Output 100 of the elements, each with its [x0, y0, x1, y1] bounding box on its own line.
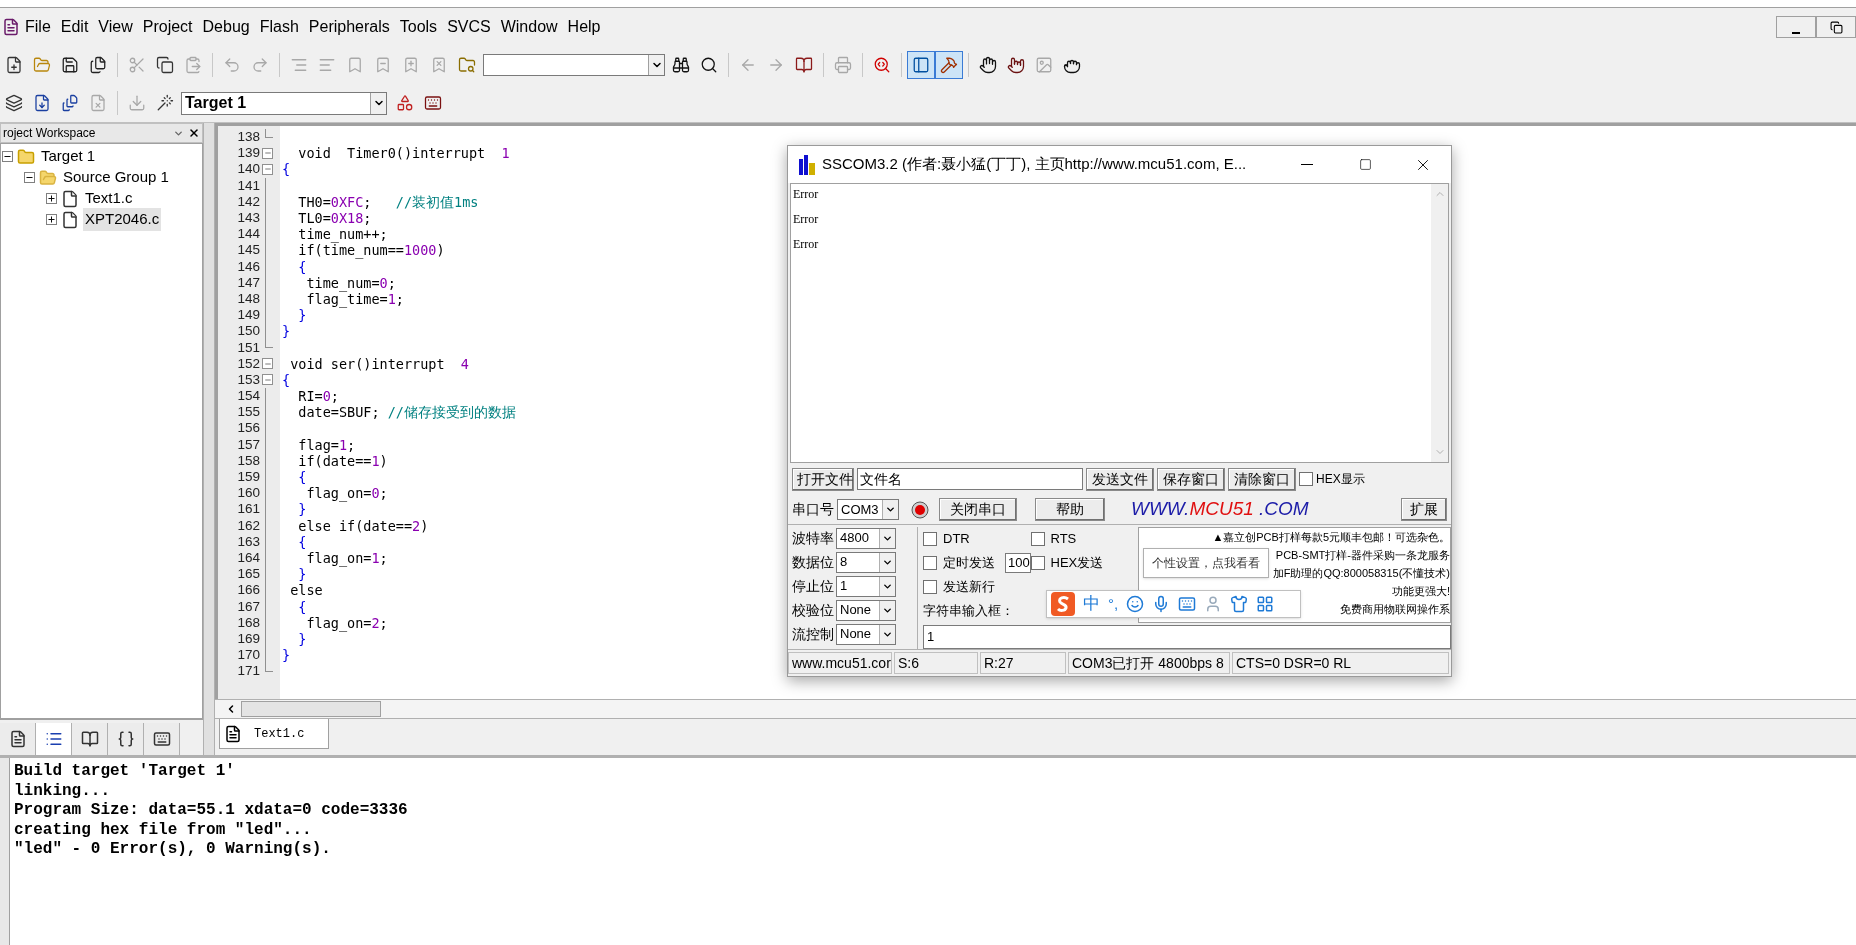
- menu-item[interactable]: SVCS: [442, 15, 496, 39]
- scroll-thumb[interactable]: [241, 701, 381, 717]
- search-combobox[interactable]: [483, 54, 665, 76]
- fold-toggle-icon[interactable]: [262, 147, 273, 159]
- s-logo-icon[interactable]: [1051, 592, 1075, 616]
- help-button[interactable]: 帮助: [1035, 498, 1105, 521]
- ime-mode[interactable]: 中: [1083, 591, 1100, 617]
- code-line: {: [282, 161, 291, 178]
- line-number: 150: [236, 323, 260, 340]
- menu-item[interactable]: Flash: [254, 15, 304, 39]
- checkbox[interactable]: [1299, 472, 1313, 486]
- smiley-icon[interactable]: [1126, 595, 1145, 613]
- ad-text[interactable]: ▲嘉立创PCB打样每款5元顺丰包邮！可选杂色。: [1212, 528, 1450, 546]
- file-name-field[interactable]: 文件名: [857, 468, 1083, 490]
- tree-item[interactable]: XPT2046.c: [83, 208, 162, 231]
- menu-item[interactable]: Edit: [55, 15, 94, 39]
- fold-toggle-icon[interactable]: [262, 374, 273, 386]
- tree-item[interactable]: Text1.c: [83, 187, 135, 210]
- save-window-button[interactable]: 保存窗口: [1157, 467, 1225, 491]
- checkbox-label: 发送新行: [943, 578, 995, 597]
- hammer-button[interactable]: [935, 51, 963, 79]
- status-field: www.mcu51.cor: [788, 652, 892, 674]
- checkbox[interactable]: [923, 532, 937, 546]
- menu-item[interactable]: Help: [562, 15, 606, 39]
- code-line: flag_on=2;: [305, 614, 388, 631]
- menu-item[interactable]: Project: [137, 15, 198, 39]
- ad-text[interactable]: 功能更强大!: [1391, 582, 1450, 600]
- fold-toggle-icon[interactable]: [262, 358, 273, 370]
- param-select[interactable]: 4800: [836, 527, 896, 549]
- close-icon[interactable]: [188, 127, 200, 139]
- menu-item[interactable]: Peripherals: [303, 15, 395, 39]
- line-number: 166: [236, 582, 260, 599]
- send-file-button[interactable]: 发送文件: [1086, 467, 1154, 491]
- list-icon: [44, 730, 63, 748]
- param-label: 校验位: [792, 600, 834, 620]
- code-line: {: [297, 598, 307, 615]
- panel-tab[interactable]: [108, 723, 144, 755]
- horizontal-scrollbar[interactable]: [215, 699, 1856, 719]
- expand-icon[interactable]: [46, 193, 57, 204]
- line-number: 141: [236, 177, 260, 194]
- checkbox[interactable]: [1030, 532, 1045, 546]
- grid-icon[interactable]: [1256, 595, 1275, 613]
- shirt-icon[interactable]: [1230, 595, 1249, 613]
- line-number: 169: [236, 630, 260, 647]
- download-icon: [128, 94, 146, 112]
- line-number: 156: [236, 420, 260, 437]
- ad-text[interactable]: 免费商用物联网操作系: [1340, 600, 1450, 618]
- fold-toggle-icon[interactable]: [262, 163, 273, 175]
- window-button[interactable]: [907, 51, 935, 79]
- code-line: if(time_num==1000): [297, 242, 445, 259]
- status-field: S:6: [894, 652, 978, 674]
- received-line: Error: [793, 186, 820, 202]
- shapes-icon: [396, 94, 414, 112]
- param-select[interactable]: None: [836, 599, 896, 621]
- expand-button[interactable]: 扩展: [1401, 498, 1447, 521]
- interval-field[interactable]: 100: [1005, 553, 1031, 573]
- menu-item[interactable]: File: [20, 15, 56, 39]
- search-icon: [700, 56, 718, 74]
- line-number: 154: [236, 388, 260, 405]
- string-input-field[interactable]: 1: [923, 625, 1451, 649]
- magic-wand-icon: [156, 94, 174, 112]
- port-select[interactable]: COM3: [837, 499, 899, 520]
- output-line: Program Size: data=55.1 xdata=0 code=3336: [14, 801, 409, 821]
- menu-item[interactable]: Tools: [394, 15, 443, 39]
- new-file-icon: [5, 56, 23, 74]
- panel-tab[interactable]: [36, 723, 72, 755]
- param-select[interactable]: 8: [836, 551, 896, 573]
- param-select[interactable]: None: [836, 623, 896, 645]
- line-number: 148: [236, 290, 260, 307]
- collapse-icon[interactable]: [2, 151, 13, 162]
- ad-text[interactable]: 加F助理的QQ:800058315(不懂技术): [1272, 564, 1450, 582]
- clear-window-button[interactable]: 清除窗口: [1228, 467, 1296, 491]
- app-icon: [2, 18, 20, 36]
- expand-icon[interactable]: [46, 214, 57, 225]
- code-line: }: [297, 630, 307, 647]
- open-file-button[interactable]: 打开文件: [792, 467, 854, 491]
- checkbox[interactable]: [923, 580, 937, 594]
- keyboard-icon[interactable]: [1178, 595, 1197, 613]
- panel-tab[interactable]: [144, 723, 180, 755]
- output-line: "led" - 0 Error(s), 0 Warning(s).: [14, 840, 332, 860]
- restore-button[interactable]: [1816, 16, 1856, 38]
- collapse-icon[interactable]: [24, 172, 35, 183]
- checkbox[interactable]: [923, 556, 937, 570]
- close-port-button[interactable]: 关闭串口: [939, 498, 1017, 521]
- printer-icon: [834, 56, 852, 74]
- keyboard-icon: [152, 730, 171, 748]
- panel-tab[interactable]: [72, 723, 108, 755]
- menu-item[interactable]: View: [93, 15, 138, 39]
- editor-tab[interactable]: Text1.c: [219, 719, 329, 749]
- param-select[interactable]: 1: [836, 575, 896, 597]
- menu-item[interactable]: Debug: [197, 15, 255, 39]
- code-line: flag_on=0;: [305, 485, 388, 502]
- menu-item[interactable]: Window: [495, 15, 563, 39]
- clipboard-icon: [184, 56, 202, 74]
- tree-item[interactable]: Source Group 1: [61, 166, 171, 189]
- ad-text[interactable]: PCB-SMT打样-器件采购一条龙服务: [1275, 546, 1450, 564]
- target-select[interactable]: Target 1: [181, 91, 387, 115]
- punctuation-mode[interactable]: °,: [1108, 592, 1119, 616]
- tree-item[interactable]: Target 1: [39, 145, 98, 168]
- panel-tab[interactable]: [0, 723, 36, 755]
